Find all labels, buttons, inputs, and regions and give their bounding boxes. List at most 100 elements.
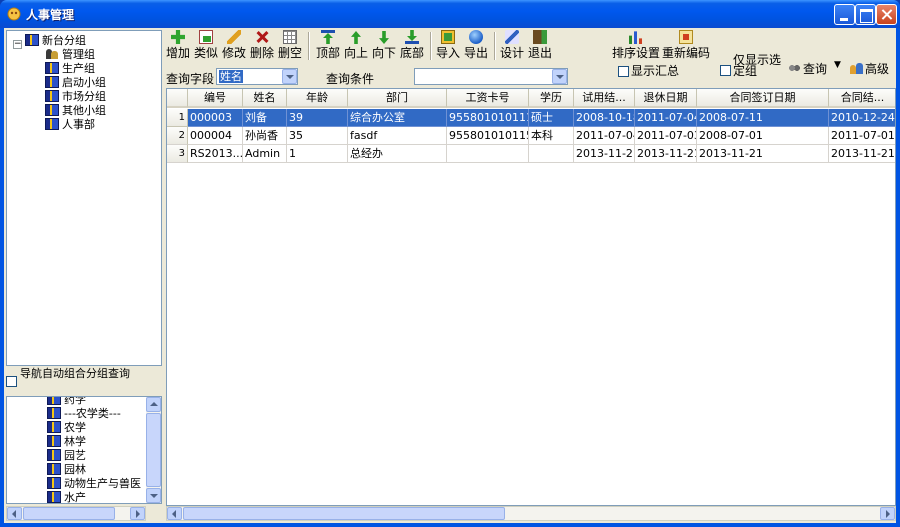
column-header[interactable]: 合同签订日期	[697, 89, 829, 108]
table-cell[interactable]: 2011-07-04	[574, 127, 635, 145]
table-cell[interactable]: 2013-11-21	[574, 145, 635, 163]
tree-item-management[interactable]: 管理组	[45, 48, 95, 62]
category-item[interactable]: ---农学类---	[47, 407, 121, 421]
group-tree[interactable]: − 新台分组 管理组 生产组 启动小组 市场分组 其他小组 人事部	[6, 30, 162, 366]
design-button[interactable]: 设计	[500, 30, 524, 64]
clear-all-button[interactable]: 删空	[278, 30, 302, 64]
column-header[interactable]: 学历	[529, 89, 574, 108]
category-item[interactable]: 农学	[47, 421, 86, 435]
scroll-left-arrow-icon[interactable]	[167, 507, 182, 520]
title-bar[interactable]: 人事管理	[0, 0, 900, 28]
column-header[interactable]: 年龄	[287, 89, 348, 108]
table-cell[interactable]: 总经办	[348, 145, 447, 163]
table-cell[interactable]: 2011-07-01	[829, 127, 895, 145]
exit-button[interactable]: 退出	[528, 30, 552, 64]
tree-collapse-toggle[interactable]: −	[13, 40, 22, 49]
table-cell[interactable]: 2013-11-21	[635, 145, 697, 163]
table-row[interactable]: 3 RS2013... Admin 1 总经办 2013-11-21 2013-…	[167, 145, 895, 163]
move-down-button[interactable]: 向下	[372, 30, 396, 64]
similar-button[interactable]: 类似	[194, 30, 218, 64]
scroll-right-arrow-icon[interactable]	[880, 507, 895, 520]
only-selected-checkbox[interactable]	[720, 65, 731, 76]
table-cell[interactable]: 孙尚香	[243, 127, 287, 145]
table-cell[interactable]: 2008-07-11	[697, 109, 829, 127]
column-header[interactable]: 部门	[348, 89, 447, 108]
table-cell[interactable]: RS2013...	[188, 145, 243, 163]
tree-root[interactable]: 新台分组	[25, 34, 86, 48]
category-tree[interactable]: 药学 ---农学类--- 农学 林学 园艺 园林 动物生产与兽医 水产	[6, 396, 162, 504]
column-header[interactable]: 工资卡号	[447, 89, 529, 108]
only-selected-option[interactable]: 仅显示选定组	[720, 54, 785, 77]
table-cell[interactable]: 2008-07-01	[697, 127, 829, 145]
chevron-down-icon[interactable]	[552, 69, 567, 84]
scroll-left-arrow-icon[interactable]	[7, 507, 22, 520]
table-cell[interactable]: 000003	[188, 109, 243, 127]
column-header[interactable]: 试用结...	[574, 89, 635, 108]
scroll-thumb[interactable]	[183, 507, 505, 520]
table-cell[interactable]: 1	[287, 145, 348, 163]
table-cell[interactable]: Admin	[243, 145, 287, 163]
close-button[interactable]	[876, 4, 897, 25]
export-button[interactable]: 导出	[464, 30, 488, 64]
table-cell[interactable]: 刘备	[243, 109, 287, 127]
table-horizontal-scrollbar[interactable]	[166, 506, 896, 521]
category-item[interactable]: 动物生产与兽医	[47, 477, 141, 491]
move-up-button[interactable]: 向上	[344, 30, 368, 64]
nav-auto-group-checkbox[interactable]	[6, 376, 17, 387]
row-indicator[interactable]: 2	[167, 127, 188, 145]
table-cell[interactable]: 2010-12-24	[829, 109, 895, 127]
minimize-button[interactable]	[834, 4, 855, 25]
table-cell[interactable]: 000004	[188, 127, 243, 145]
move-bottom-button[interactable]: 底部	[400, 30, 424, 64]
category-item[interactable]: 园艺	[47, 449, 86, 463]
table-cell[interactable]: 硕士	[529, 109, 574, 127]
chevron-down-icon[interactable]	[282, 69, 297, 84]
tree-item-startup[interactable]: 启动小组	[45, 76, 106, 90]
tree-item-production[interactable]: 生产组	[45, 62, 95, 76]
tree-item-market[interactable]: 市场分组	[45, 90, 106, 104]
table-cell[interactable]: 955801010115	[447, 127, 529, 145]
column-header[interactable]: 姓名	[243, 89, 287, 108]
query-condition-select[interactable]	[414, 68, 568, 85]
move-top-button[interactable]: 顶部	[316, 30, 340, 64]
category-item[interactable]: 林学	[47, 435, 86, 449]
table-cell[interactable]: 2011-07-04	[635, 109, 697, 127]
query-options-dropdown[interactable]: ▼	[834, 60, 841, 70]
query-button[interactable]: 查询	[788, 60, 827, 77]
table-cell[interactable]: fasdf	[348, 127, 447, 145]
table-cell[interactable]: 35	[287, 127, 348, 145]
tree-item-other[interactable]: 其他小组	[45, 104, 106, 118]
category-item[interactable]: 水产	[47, 491, 86, 503]
employee-table[interactable]: 编号 姓名 年龄 部门 工资卡号 学历 试用结... 退休日期 合同签订日期 合…	[166, 88, 896, 506]
advanced-button[interactable]: 高级	[850, 60, 889, 77]
scroll-thumb[interactable]	[146, 413, 161, 487]
table-cell[interactable]: 2013-11-21	[697, 145, 829, 163]
table-cell[interactable]: 2011-07-03	[635, 127, 697, 145]
table-cell[interactable]: 955801010111	[447, 109, 529, 127]
add-button[interactable]: 增加	[166, 30, 190, 64]
category-item[interactable]: 园林	[47, 463, 86, 477]
scroll-up-arrow-icon[interactable]	[146, 397, 161, 412]
table-cell[interactable]: 2008-10-18	[574, 109, 635, 127]
table-cell[interactable]: 39	[287, 109, 348, 127]
sort-settings-button[interactable]: 排序设置	[612, 30, 660, 64]
row-indicator[interactable]: 1	[167, 109, 188, 127]
table-cell[interactable]: 综合办公室	[348, 109, 447, 127]
category-vertical-scrollbar[interactable]	[146, 397, 161, 503]
scroll-thumb[interactable]	[23, 507, 115, 520]
table-row[interactable]: 2 000004 孙尚香 35 fasdf 955801010115 本科 20…	[167, 127, 895, 145]
column-header[interactable]: 合同结...	[829, 89, 895, 108]
maximize-button[interactable]	[855, 4, 876, 25]
delete-button[interactable]: 删除	[250, 30, 274, 64]
modify-button[interactable]: 修改	[222, 30, 246, 64]
query-field-select[interactable]: 姓名	[216, 68, 298, 85]
table-row[interactable]: 1 000003 刘备 39 综合办公室 955801010111 硕士 200…	[167, 109, 895, 127]
row-indicator[interactable]: 3	[167, 145, 188, 163]
column-header[interactable]: 编号	[188, 89, 243, 108]
scroll-down-arrow-icon[interactable]	[146, 488, 161, 503]
table-cell[interactable]	[447, 145, 529, 163]
scroll-right-arrow-icon[interactable]	[130, 507, 145, 520]
left-horizontal-scrollbar[interactable]	[6, 506, 146, 521]
table-cell[interactable]: 2013-11-21	[829, 145, 895, 163]
tree-item-hr[interactable]: 人事部	[45, 118, 95, 132]
